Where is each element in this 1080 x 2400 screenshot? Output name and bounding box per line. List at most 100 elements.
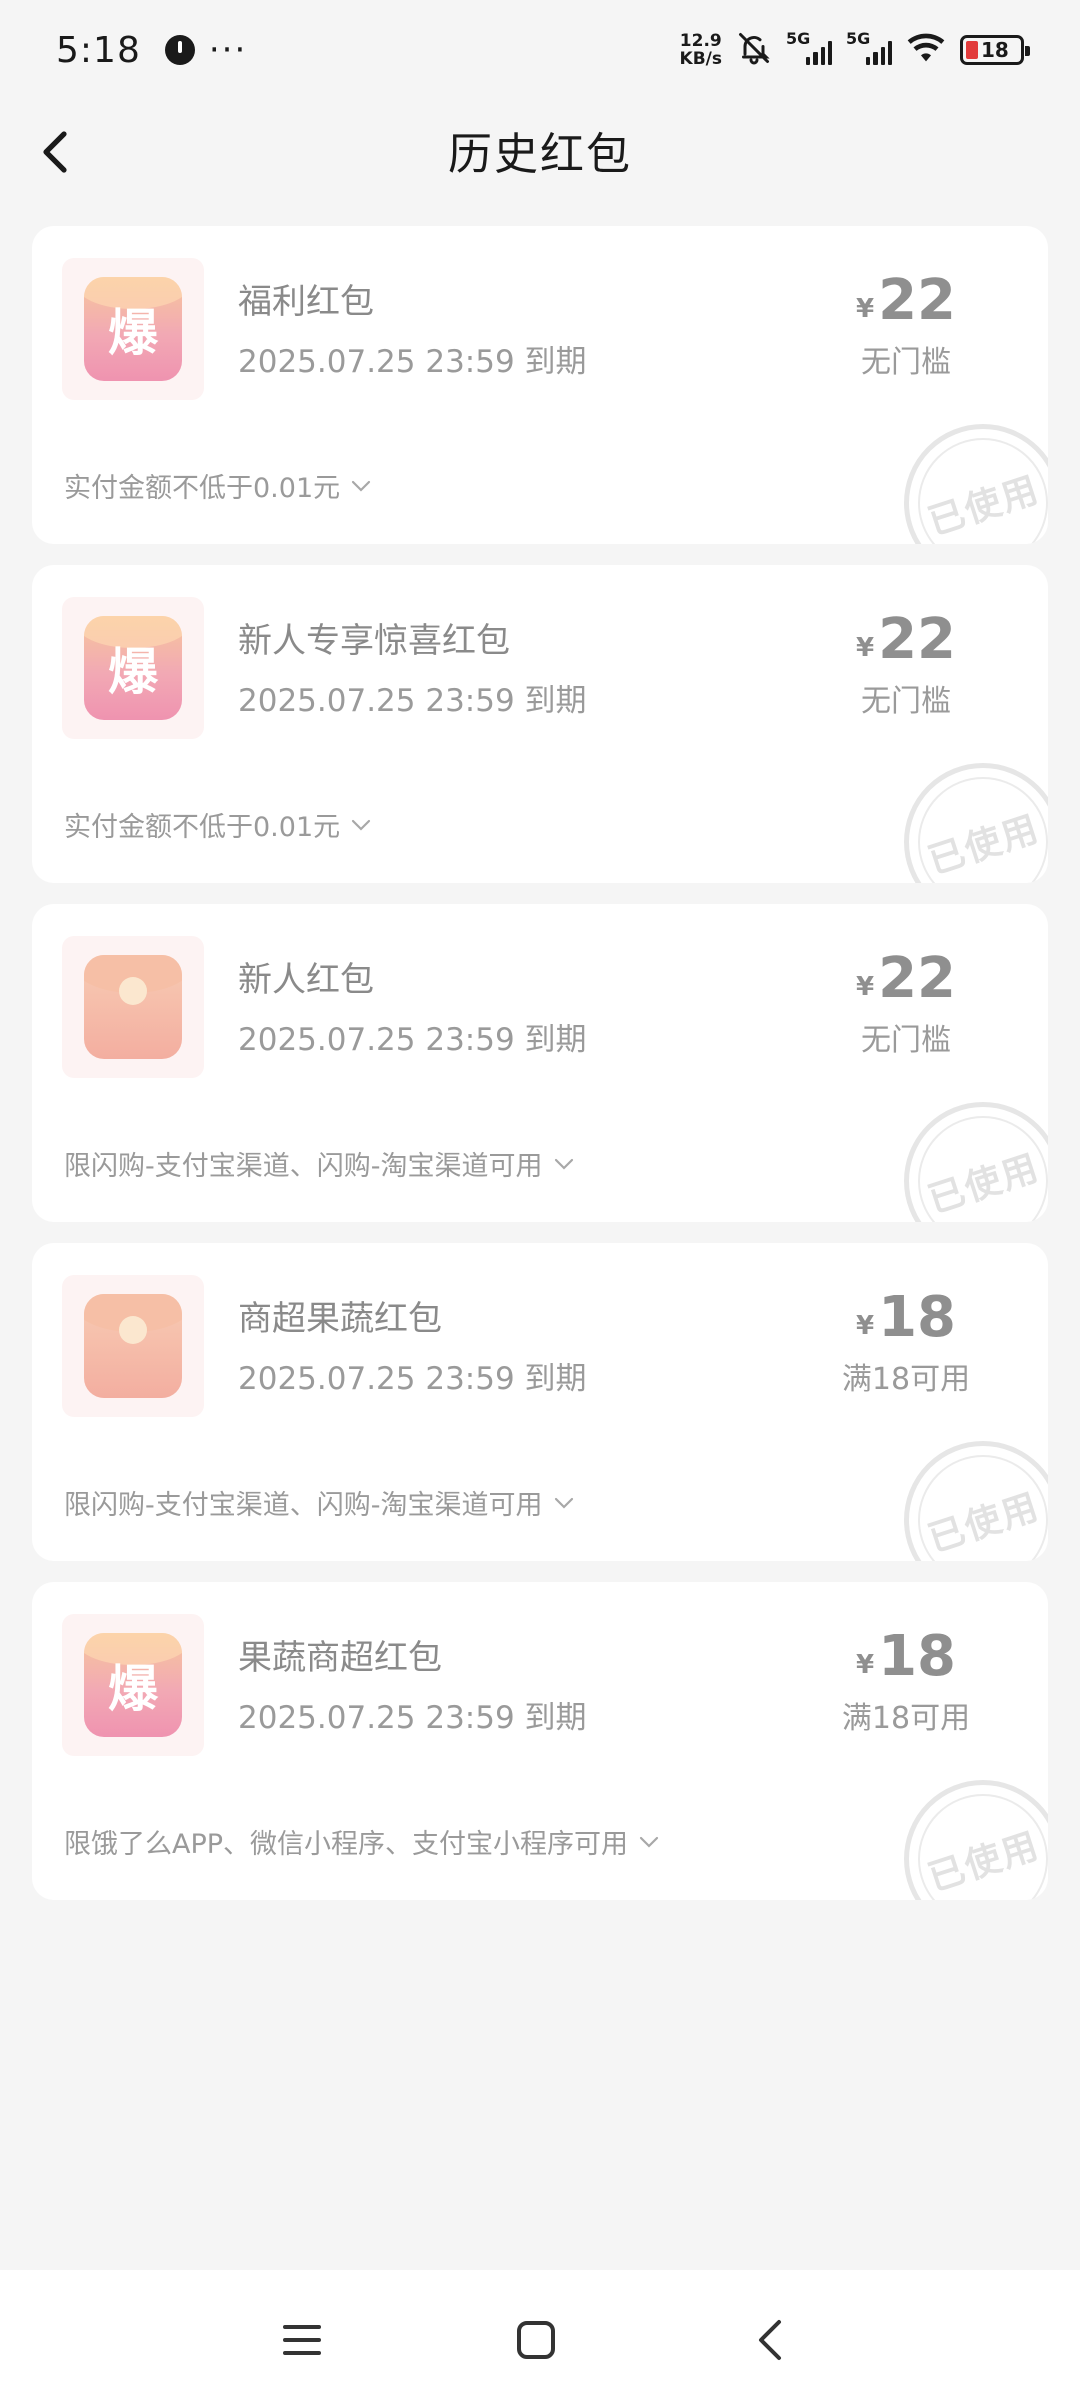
coupon-rule-toggle[interactable]: 限闪购-支付宝渠道、闪购-淘宝渠道可用: [64, 1144, 575, 1183]
status-bar: 5:18 ··· 12.9 KB/s 5G 5G 18: [0, 0, 1080, 100]
used-stamp: 已使用: [904, 424, 1048, 544]
coupon-condition: 满18可用: [841, 1362, 971, 1397]
coupon-condition: 无门槛: [861, 345, 951, 380]
coupon-expire: 2025.07.25 23:59 到期: [238, 344, 587, 380]
coupon-expire: 2025.07.25 23:59 到期: [238, 1022, 587, 1058]
coupon-thumbnail: [62, 1275, 204, 1417]
coupon-amount-block: ¥22 无门槛: [816, 607, 996, 720]
amount-value: 18: [878, 1285, 957, 1350]
coupon-thumbnail: 爆: [62, 1614, 204, 1756]
amount-value: 22: [878, 268, 957, 333]
coupon-title: 商超果蔬红包: [238, 1299, 442, 1339]
network-speed: 12.9 KB/s: [680, 32, 722, 68]
status-right-icons: 12.9 KB/s 5G 5G 18: [680, 29, 1030, 70]
used-stamp: 已使用: [904, 763, 1048, 883]
chevron-down-icon: [352, 819, 371, 831]
amount-value: 22: [878, 607, 957, 672]
coupon-rule: 实付金额不低于0.01元: [64, 812, 341, 843]
coupon-thumbnail: 爆: [62, 258, 204, 400]
coupon-title: 新人专享惊喜红包: [238, 621, 510, 661]
coupon-rule-toggle[interactable]: 限闪购-支付宝渠道、闪购-淘宝渠道可用: [64, 1483, 575, 1522]
coupon-amount: ¥18: [816, 1624, 996, 1689]
coupon-expire: 2025.07.25 23:59 到期: [238, 683, 587, 719]
coupon-rule-toggle[interactable]: 实付金额不低于0.01元: [64, 466, 372, 505]
bao-envelope-icon: 爆: [84, 277, 182, 381]
coupon-card[interactable]: 商超果蔬红包 2025.07.25 23:59 到期 ¥18 满18可用 限闪购…: [32, 1243, 1048, 1561]
signal-label: 5G: [846, 29, 871, 48]
coupon-rule: 限闪购-支付宝渠道、闪购-淘宝渠道可用: [64, 1490, 543, 1521]
used-stamp: 已使用: [904, 1102, 1048, 1222]
currency-symbol: ¥: [855, 633, 875, 663]
signal-label: 5G: [786, 29, 811, 48]
used-stamp-text: 已使用: [923, 808, 1045, 883]
menu-button[interactable]: [262, 2300, 342, 2380]
coupon-condition: 无门槛: [861, 1023, 951, 1058]
system-nav-bar: [0, 2270, 1080, 2400]
used-stamp: 已使用: [904, 1780, 1048, 1900]
coupon-amount-block: ¥22 无门槛: [816, 268, 996, 381]
coupon-amount: ¥22: [816, 607, 996, 672]
red-envelope-icon: [84, 1294, 182, 1398]
coupon-amount: ¥22: [816, 268, 996, 333]
used-stamp-text: 已使用: [923, 1486, 1045, 1561]
coupon-amount: ¥22: [816, 946, 996, 1011]
bao-glyph: 爆: [108, 303, 158, 362]
coupon-thumbnail: [62, 936, 204, 1078]
home-icon: [517, 2321, 555, 2359]
back-icon: [759, 2320, 781, 2360]
coupon-condition: 满18可用: [841, 1701, 971, 1736]
coupon-title: 果蔬商超红包: [238, 1638, 442, 1678]
coupon-card[interactable]: 爆 福利红包 2025.07.25 23:59 到期 ¥22 无门槛 实付金额不…: [32, 226, 1048, 544]
bao-envelope-icon: 爆: [84, 1633, 182, 1737]
battery-icon: 18: [960, 35, 1030, 65]
coupon-thumbnail: 爆: [62, 597, 204, 739]
chevron-down-icon: [554, 1497, 573, 1509]
coupon-card[interactable]: 爆 新人专享惊喜红包 2025.07.25 23:59 到期 ¥22 无门槛 实…: [32, 565, 1048, 883]
status-time: 5:18: [56, 29, 141, 71]
currency-symbol: ¥: [855, 1311, 875, 1341]
currency-symbol: ¥: [855, 972, 875, 1002]
signal-icon: 5G: [846, 29, 892, 65]
network-speed-unit: KB/s: [679, 49, 722, 69]
page-title: 历史红包: [448, 129, 632, 180]
mute-bell-icon: [736, 30, 772, 70]
chevron-down-icon: [639, 1836, 659, 1848]
back-nav-button[interactable]: [730, 2300, 810, 2380]
chevron-down-icon: [554, 1158, 573, 1170]
used-stamp-text: 已使用: [923, 1147, 1045, 1222]
used-stamp-text: 已使用: [923, 469, 1045, 544]
menu-icon: [283, 2325, 321, 2355]
coupon-rule: 实付金额不低于0.01元: [64, 473, 341, 504]
bao-glyph: 爆: [108, 642, 158, 701]
coupon-rule-toggle[interactable]: 限饿了么APP、微信小程序、支付宝小程序可用: [64, 1822, 660, 1861]
bao-envelope-icon: 爆: [84, 616, 182, 720]
used-stamp: 已使用: [904, 1441, 1048, 1561]
red-envelope-icon: [84, 955, 182, 1059]
coupon-card[interactable]: 新人红包 2025.07.25 23:59 到期 ¥22 无门槛 限闪购-支付宝…: [32, 904, 1048, 1222]
status-left-icons: ···: [164, 30, 248, 70]
coupon-rule: 限闪购-支付宝渠道、闪购-淘宝渠道可用: [64, 1151, 543, 1182]
battery-level: 18: [981, 38, 1009, 62]
bao-glyph: 爆: [108, 1659, 158, 1718]
currency-symbol: ¥: [855, 294, 875, 324]
coupon-title: 福利红包: [238, 282, 374, 322]
coupon-amount-block: ¥22 无门槛: [816, 946, 996, 1059]
currency-symbol: ¥: [855, 1650, 875, 1680]
page-header: 历史红包: [0, 100, 1080, 200]
coupon-rule: 限饿了么APP、微信小程序、支付宝小程序可用: [64, 1829, 629, 1860]
coupon-amount-block: ¥18 满18可用: [816, 1285, 996, 1398]
amount-value: 22: [878, 946, 957, 1011]
more-notifications-icon: ···: [208, 30, 248, 70]
coupon-card[interactable]: 爆 果蔬商超红包 2025.07.25 23:59 到期 ¥18 满18可用 限…: [32, 1582, 1048, 1900]
chevron-down-icon: [352, 480, 371, 492]
coupon-condition: 无门槛: [861, 684, 951, 719]
coupon-expire: 2025.07.25 23:59 到期: [238, 1361, 587, 1397]
used-stamp-text: 已使用: [923, 1825, 1045, 1900]
amount-value: 18: [878, 1624, 957, 1689]
coupon-expire: 2025.07.25 23:59 到期: [238, 1700, 587, 1736]
home-button[interactable]: [496, 2300, 576, 2380]
coupon-rule-toggle[interactable]: 实付金额不低于0.01元: [64, 805, 372, 844]
coupon-title: 新人红包: [238, 960, 374, 1000]
network-speed-value: 12.9: [679, 31, 722, 51]
coupon-amount: ¥18: [816, 1285, 996, 1350]
